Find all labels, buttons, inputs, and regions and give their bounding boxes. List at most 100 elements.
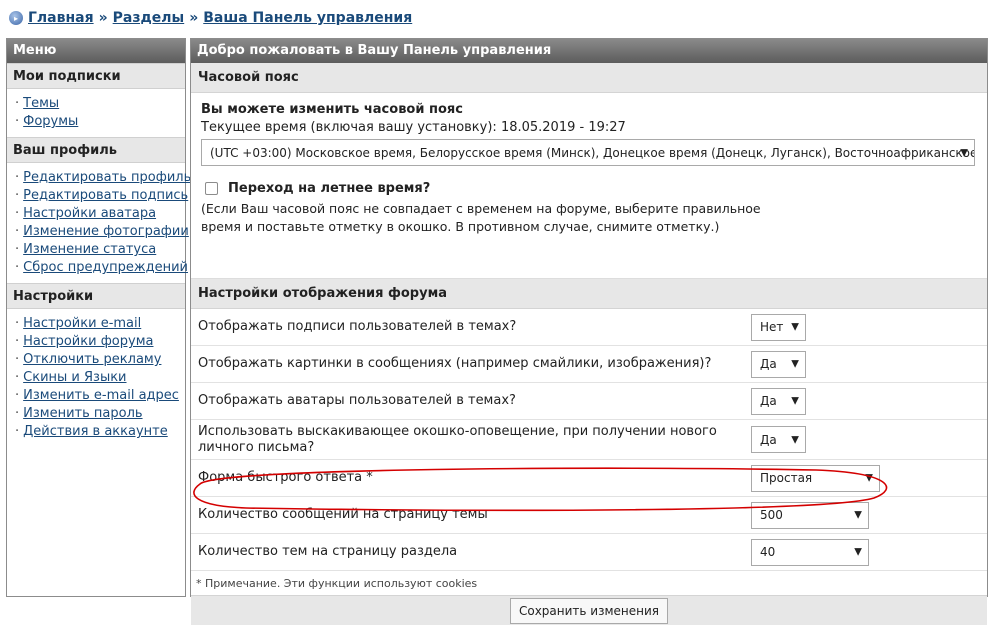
sidebar-link[interactable]: Изменить пароль <box>23 406 142 421</box>
dropdown-arrow-icon: ▼ <box>791 358 799 370</box>
sidebar-list-settings: · Настройки e-mail · Настройки форума · Отк… <box>7 309 185 447</box>
dropdown-arrow-icon: ▼ <box>791 395 799 407</box>
setting-label: Форма быстрого ответа * <box>198 470 373 485</box>
sidebar-item-topics[interactable]: · Темы <box>15 95 185 113</box>
sidebar-item-account-actions[interactable]: · Действия в аккаунте <box>15 423 185 441</box>
sidebar-link[interactable]: Темы <box>23 96 59 111</box>
sidebar-link[interactable]: Настройки аватара <box>23 206 156 221</box>
bullet-dot: · <box>15 96 20 111</box>
quick-reply-select[interactable]: Простая ▼ <box>751 464 880 492</box>
sidebar-item-skins-languages[interactable]: · Скины и Языки <box>15 369 185 387</box>
bullet-dot: · <box>15 206 20 221</box>
current-time-text: Текущее время (включая вашу установку): … <box>201 120 626 135</box>
timezone-select[interactable]: (UTC +03:00) Московское время, Белорусск… <box>201 139 975 166</box>
select-value: Да <box>760 394 777 408</box>
bullet-dot: · <box>15 316 20 331</box>
sidebar-link[interactable]: Редактировать профиль <box>23 170 191 185</box>
topics-per-page-select[interactable]: 40 ▼ <box>751 538 869 566</box>
sidebar-item-edit-profile[interactable]: · Редактировать профиль <box>15 169 191 187</box>
pm-popup-select[interactable]: Да ▼ <box>751 426 806 453</box>
bullet-dot: · <box>15 370 20 385</box>
sidebar-list-profile: · Редактировать профиль · Редактировать по… <box>7 163 191 283</box>
setting-row-topics-per-page: Количество тем на страницу раздела 40 ▼ <box>191 534 987 571</box>
setting-row-posts-per-page: Количество сообщений на страницу темы 50… <box>191 497 987 534</box>
sidebar-section-profile: Ваш профиль <box>7 137 185 163</box>
bullet-dot: · <box>15 260 20 275</box>
breadcrumb-home-link[interactable]: Главная <box>28 10 94 26</box>
sidebar-link[interactable]: Изменить e-mail адрес <box>23 388 179 403</box>
setting-row-pm-popup: Использовать выскакивающее окошко-оповещ… <box>191 420 987 460</box>
timezone-section-title: Часовой пояс <box>191 63 987 93</box>
sidebar-link[interactable]: Настройки e-mail <box>23 316 141 331</box>
setting-label: Отображать подписи пользователей в темах… <box>198 319 517 334</box>
sidebar-item-email-settings[interactable]: · Настройки e-mail <box>15 315 185 333</box>
sidebar-item-avatar-settings[interactable]: · Настройки аватара <box>15 205 185 223</box>
sidebar-item-change-photo[interactable]: · Изменение фотографии <box>15 223 189 241</box>
bullet-dot: · <box>15 406 20 421</box>
sidebar-section-settings: Настройки <box>7 283 185 309</box>
sidebar-item-reset-warnings[interactable]: · Сброс предупреждений <box>15 259 188 277</box>
select-value: 40 <box>760 545 776 559</box>
control-panel: Добро пожаловать в Вашу Панель управлени… <box>190 38 988 625</box>
breadcrumb-separator: » <box>98 10 108 26</box>
dst-label: Переход на летнее время? <box>228 180 431 196</box>
bullet-dot: · <box>15 334 20 349</box>
sidebar-link[interactable]: Сброс предупреждений <box>23 260 188 275</box>
dropdown-arrow-icon: ▼ <box>854 509 862 521</box>
sidebar-item-change-password[interactable]: · Изменить пароль <box>15 405 185 423</box>
setting-label: Количество сообщений на страницу темы <box>198 507 488 522</box>
setting-row-quick-reply: Форма быстрого ответа * Простая ▼ <box>191 460 987 497</box>
posts-per-page-select[interactable]: 500 ▼ <box>751 501 869 529</box>
form-footer: Сохранить изменения <box>191 595 987 625</box>
sidebar-link[interactable]: Изменение фотографии <box>23 224 189 239</box>
sidebar-link[interactable]: Редактировать подпись <box>23 188 188 203</box>
breadcrumb-control-panel-link[interactable]: Ваша Панель управления <box>203 10 412 26</box>
sidebar-link[interactable]: Отключить рекламу <box>23 352 161 367</box>
sidebar-title: Меню <box>7 39 185 63</box>
sidebar-menu: Меню Мои подписки · Темы · Форумы Ваш проф… <box>6 38 191 597</box>
timezone-block: Вы можете изменить часовой пояс Текущее … <box>191 93 987 279</box>
show-signatures-select[interactable]: Нет ▼ <box>751 313 806 341</box>
page-title: Добро пожаловать в Вашу Панель управлени… <box>191 39 987 63</box>
setting-label: Отображать картинки в сообщениях (наприм… <box>198 356 712 371</box>
setting-row-show-images: Отображать картинки в сообщениях (наприм… <box>191 346 987 383</box>
setting-label: Использовать выскакивающее окошко-оповещ… <box>198 423 717 455</box>
save-changes-button[interactable]: Сохранить изменения <box>509 597 669 624</box>
sidebar-link[interactable]: Скины и Языки <box>23 370 126 385</box>
bullet-dot: · <box>15 352 20 367</box>
show-avatars-select[interactable]: Да ▼ <box>751 387 806 415</box>
sidebar-item-disable-ads[interactable]: · Отключить рекламу <box>15 351 185 369</box>
select-value: Да <box>760 432 777 447</box>
bullet-dot: · <box>15 170 20 185</box>
breadcrumb-sections-link[interactable]: Разделы <box>113 10 185 26</box>
cookies-footnote: * Примечание. Эти функции используют coo… <box>196 577 478 590</box>
setting-label: Отображать аватары пользователей в темах… <box>198 393 516 408</box>
sidebar-list-subscriptions: · Темы · Форумы <box>7 89 185 137</box>
timezone-heading: Вы можете изменить часовой пояс <box>201 102 463 117</box>
sidebar-item-edit-signature[interactable]: · Редактировать подпись <box>15 187 188 205</box>
sidebar-link[interactable]: Настройки форума <box>23 334 153 349</box>
dropdown-arrow-icon: ▼ <box>791 434 799 445</box>
bullet-dot: · <box>15 224 20 239</box>
sidebar-item-forums[interactable]: · Форумы <box>15 113 185 131</box>
sidebar-section-subscriptions: Мои подписки <box>7 63 185 89</box>
select-value: Простая <box>760 471 813 485</box>
dst-row: Переход на летнее время? <box>201 178 977 198</box>
nav-bullet-icon: ▸ <box>9 11 23 25</box>
dropdown-arrow-icon: ▼ <box>791 321 799 333</box>
sidebar-link[interactable]: Действия в аккаунте <box>23 424 168 439</box>
bullet-dot: · <box>15 388 20 403</box>
sidebar-link[interactable]: Форумы <box>23 114 78 129</box>
select-value: Нет <box>760 320 784 334</box>
sidebar-item-change-email[interactable]: · Изменить e-mail адрес <box>15 387 185 405</box>
display-section-title: Настройки отображения форума <box>191 279 987 309</box>
dst-checkbox[interactable] <box>205 181 218 195</box>
select-value: 500 <box>760 508 783 522</box>
dropdown-arrow-icon: ▼ <box>960 147 968 158</box>
dst-note: (Если Ваш часовой пояс не совпадает с вр… <box>201 201 761 234</box>
bullet-dot: · <box>15 424 20 439</box>
sidebar-item-change-status[interactable]: · Изменение статуса <box>15 241 185 259</box>
sidebar-item-forum-settings[interactable]: · Настройки форума <box>15 333 185 351</box>
show-images-select[interactable]: Да ▼ <box>751 350 806 378</box>
sidebar-link[interactable]: Изменение статуса <box>23 242 156 257</box>
